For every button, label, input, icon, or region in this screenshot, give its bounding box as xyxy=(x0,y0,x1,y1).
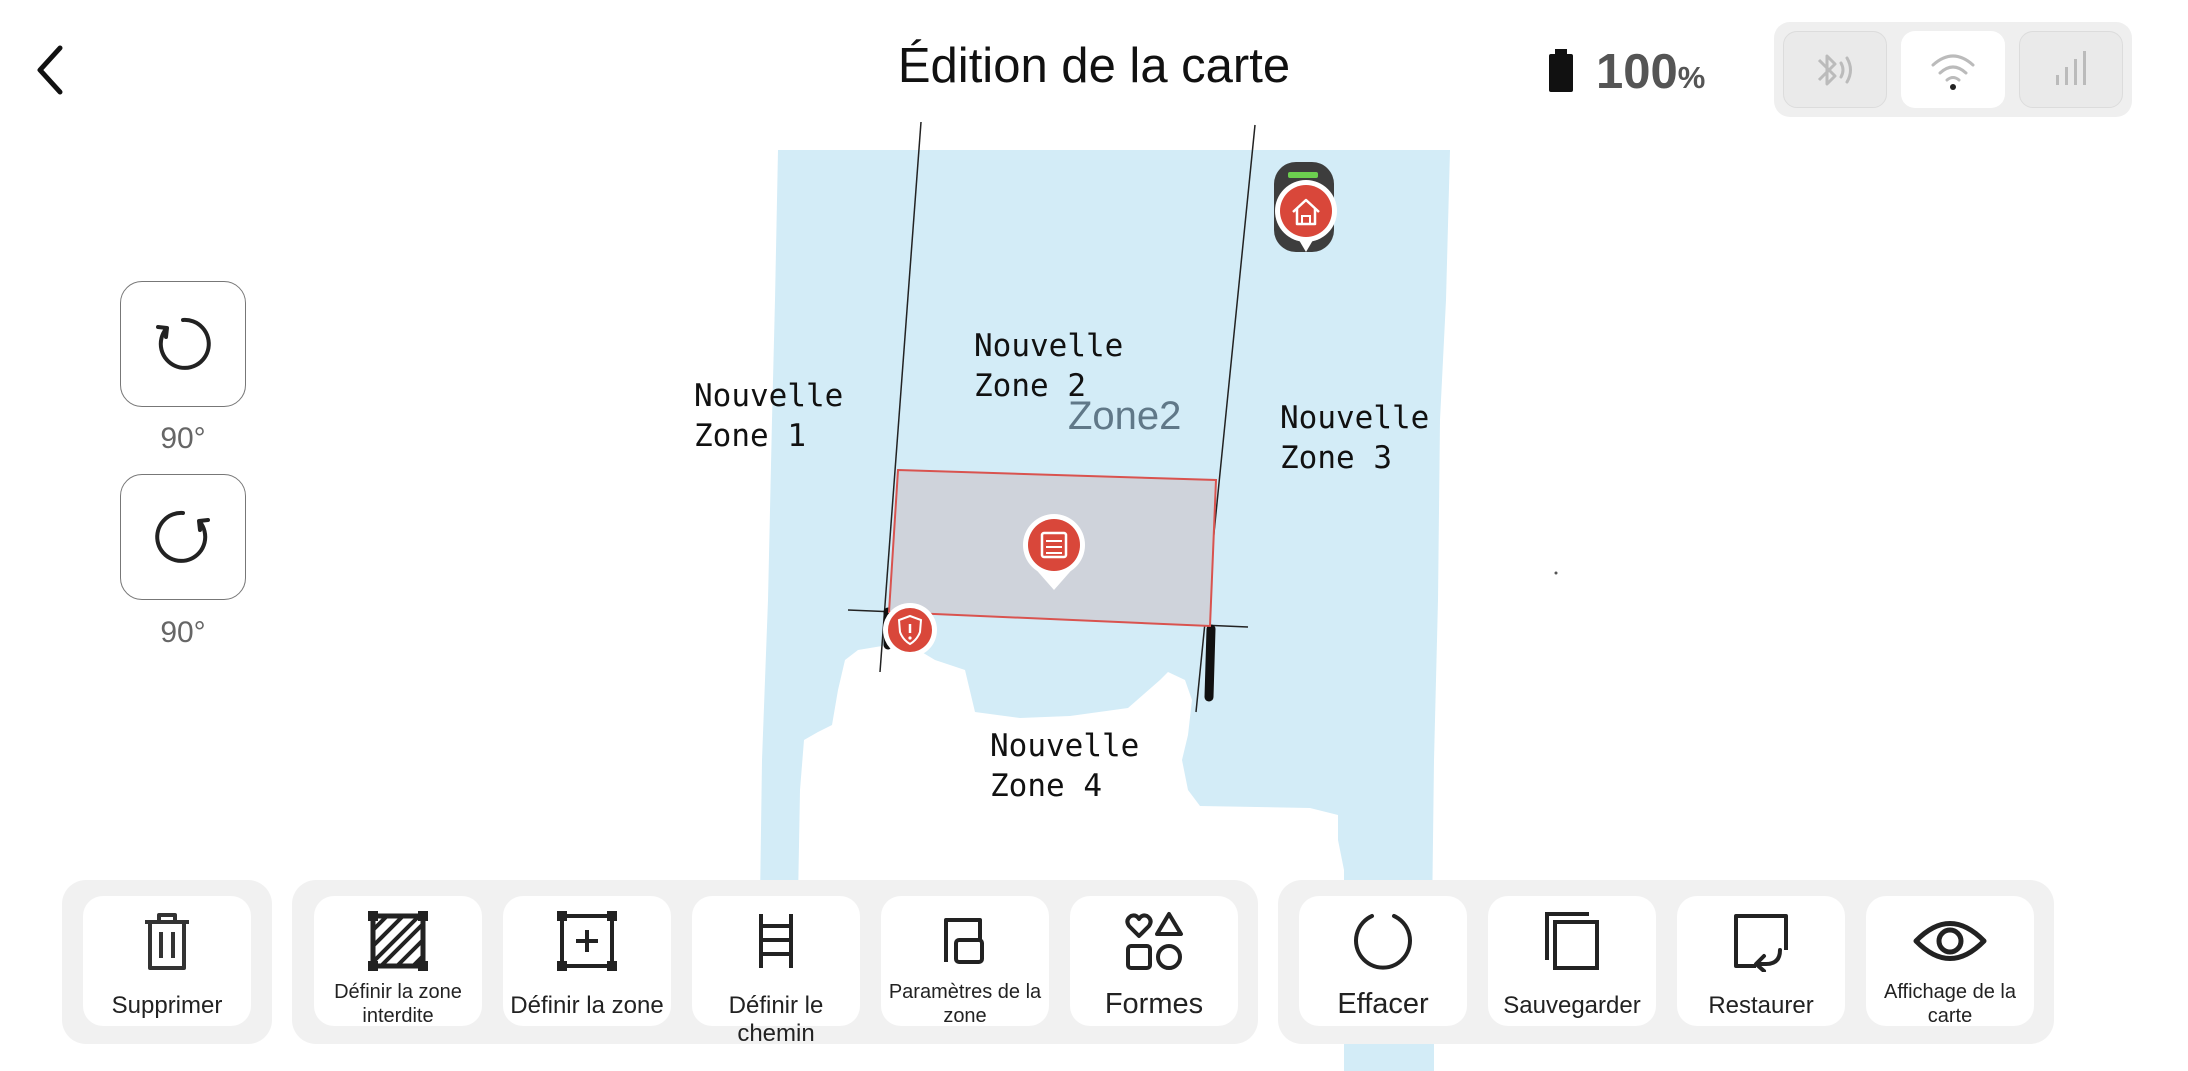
rotate-ccw-button[interactable] xyxy=(120,281,246,407)
rotate-cw-label: 90° xyxy=(160,616,206,649)
zone-center-name: Zone2 xyxy=(1068,394,1182,438)
forbidden-zone-icon xyxy=(368,911,428,971)
selected-zone-rect[interactable] xyxy=(887,468,1218,628)
zone-settings-label: Paramètres de la zone xyxy=(888,981,1042,1027)
zone-label-3[interactable]: Nouvelle Zone 3 xyxy=(1280,318,1429,518)
zone-divider xyxy=(1195,124,1256,713)
rotate-cw-icon xyxy=(155,510,210,563)
lawn-strip xyxy=(1344,1040,1434,1071)
define-zone-label: Définir la zone xyxy=(510,992,664,1019)
save-button[interactable]: Sauvegarder xyxy=(1488,896,1656,1026)
cellular-signal-icon xyxy=(2056,50,2086,85)
define-zone-icon xyxy=(557,911,617,971)
clear-label: Effacer xyxy=(1337,988,1429,1020)
define-path-label: Définir le chemin xyxy=(728,992,824,1047)
cellular-button[interactable] xyxy=(2019,31,2123,108)
bluetooth-icon xyxy=(1817,54,1852,85)
shapes-icon xyxy=(1125,912,1183,970)
zone-settings-marker[interactable] xyxy=(1023,514,1085,590)
ladder-path-icon xyxy=(759,914,793,968)
home-station-marker[interactable] xyxy=(1274,162,1337,252)
map-display-button[interactable]: Affichage de la carte xyxy=(1866,896,2034,1027)
shapes-label: Formes xyxy=(1104,988,1204,1020)
define-zone-button[interactable]: Définir la zone xyxy=(503,896,671,1026)
zone-label-4[interactable]: Nouvelle Zone 4 xyxy=(990,646,1139,846)
battery-icon xyxy=(1549,49,1573,92)
zone-settings-button[interactable]: Paramètres de la zone xyxy=(881,896,1049,1027)
bluetooth-button[interactable] xyxy=(1783,31,1887,108)
rotate-ccw-label: 90° xyxy=(160,422,206,455)
delete-label: Supprimer xyxy=(111,992,223,1019)
copy-save-icon xyxy=(1545,912,1599,970)
rotate-cw-button[interactable] xyxy=(120,474,246,600)
restore-label: Restaurer xyxy=(1708,992,1814,1019)
save-label: Sauvegarder xyxy=(1503,992,1641,1019)
clear-icon xyxy=(1354,914,1412,970)
zone-divider xyxy=(847,609,1249,628)
shapes-button[interactable]: Formes xyxy=(1070,896,1238,1026)
restore-icon xyxy=(1734,914,1788,972)
connectivity-toggle-group xyxy=(1774,22,2132,117)
map-display-label: Affichage de la carte xyxy=(1884,981,2016,1027)
rotate-ccw-icon xyxy=(156,317,211,370)
toolbar-group-zones: Définir la zone interdite Définir la zon… xyxy=(292,880,1258,1047)
restore-button[interactable]: Restaurer xyxy=(1677,896,1845,1026)
boundary-handle[interactable] xyxy=(1204,624,1216,702)
delete-button[interactable]: Supprimer xyxy=(83,896,251,1026)
eye-icon xyxy=(1913,921,1987,961)
define-path-button[interactable]: Définir le chemin xyxy=(692,896,860,1047)
clear-button[interactable]: Effacer xyxy=(1299,896,1467,1026)
battery-level: 100% xyxy=(1596,45,1706,99)
define-forbidden-zone-label: Définir la zone interdite xyxy=(334,981,462,1027)
wifi-button[interactable] xyxy=(1901,31,2005,108)
trash-icon xyxy=(145,913,189,970)
toolbar-group-delete: Supprimer xyxy=(62,880,272,1044)
define-forbidden-zone-button[interactable]: Définir la zone interdite xyxy=(314,896,482,1027)
map-dot xyxy=(1554,571,1558,575)
zone-settings-icon xyxy=(944,918,984,964)
wifi-icon xyxy=(1931,54,1975,90)
shield-warning-marker[interactable] xyxy=(883,603,937,657)
zone-divider xyxy=(879,121,922,673)
zone-label-1[interactable]: Nouvelle Zone 1 xyxy=(694,296,843,496)
toolbar-group-actions: Effacer Sauvegarder Restaurer Affichage … xyxy=(1278,880,2054,1044)
